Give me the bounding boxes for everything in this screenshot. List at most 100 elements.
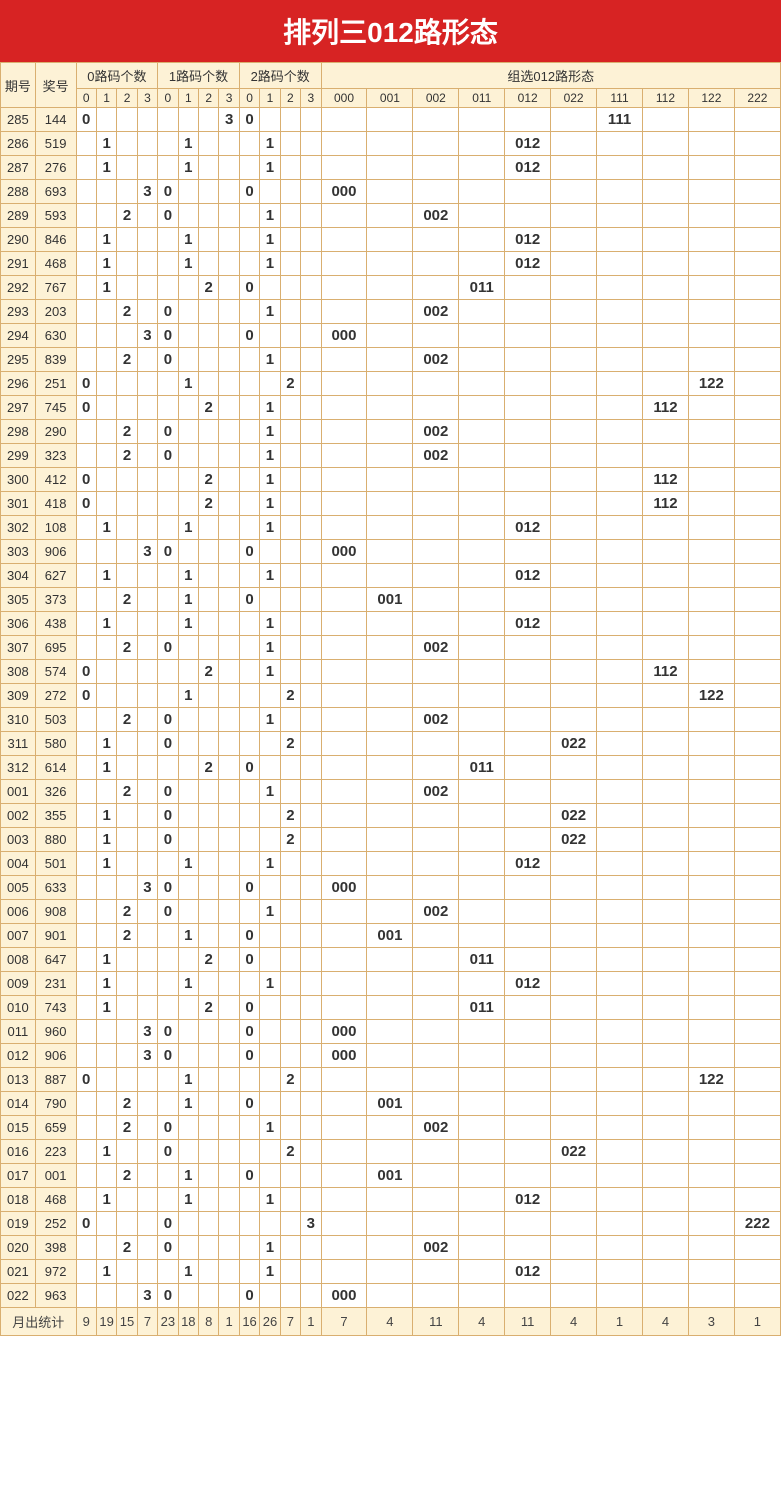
cell-pattern — [505, 1068, 551, 1092]
cell-count — [199, 1068, 219, 1092]
cell-prize: 580 — [35, 732, 76, 756]
cell-count: 2 — [117, 1236, 137, 1260]
cell-count — [260, 324, 280, 348]
cell-pattern — [413, 828, 459, 852]
cell-pattern — [597, 636, 643, 660]
cell-pattern — [642, 780, 688, 804]
header-period: 期号 — [1, 63, 36, 108]
cell-count — [301, 660, 321, 684]
cell-period: 016 — [1, 1140, 36, 1164]
cell-pattern — [505, 780, 551, 804]
cell-count — [280, 780, 300, 804]
cell-pattern — [413, 252, 459, 276]
cell-pattern: 011 — [459, 948, 505, 972]
cell-count — [96, 372, 116, 396]
cell-count — [280, 108, 300, 132]
cell-pattern — [367, 204, 413, 228]
cell-pattern — [734, 396, 780, 420]
cell-pattern — [551, 660, 597, 684]
cell-count — [158, 276, 178, 300]
cell-count: 1 — [96, 732, 116, 756]
cell-period: 007 — [1, 924, 36, 948]
cell-count — [178, 996, 198, 1020]
cell-count: 0 — [158, 1116, 178, 1140]
table-row: 303906300000 — [1, 540, 781, 564]
cell-pattern — [505, 300, 551, 324]
cell-count — [199, 1236, 219, 1260]
cell-pattern — [688, 708, 734, 732]
cell-pattern — [734, 492, 780, 516]
cell-pattern — [321, 348, 367, 372]
cell-pattern — [367, 972, 413, 996]
cell-pattern — [413, 612, 459, 636]
cell-count — [158, 924, 178, 948]
cell-pattern: 000 — [321, 876, 367, 900]
cell-count — [96, 540, 116, 564]
header-pattern-col: 000 — [321, 89, 367, 108]
cell-count — [239, 468, 259, 492]
cell-count: 1 — [260, 900, 280, 924]
cell-count — [137, 1260, 157, 1284]
cell-prize: 574 — [35, 660, 76, 684]
cell-pattern — [321, 732, 367, 756]
table-row: 011960300000 — [1, 1020, 781, 1044]
cell-count: 1 — [178, 372, 198, 396]
cell-pattern — [551, 852, 597, 876]
footer-pattern: 4 — [367, 1308, 413, 1336]
cell-pattern — [734, 324, 780, 348]
cell-pattern — [459, 396, 505, 420]
cell-count: 0 — [158, 828, 178, 852]
cell-count: 2 — [117, 204, 137, 228]
cell-count — [260, 756, 280, 780]
cell-count — [219, 348, 239, 372]
cell-pattern — [367, 828, 413, 852]
header-group0: 0路码个数 — [76, 63, 158, 89]
cell-pattern — [688, 996, 734, 1020]
cell-pattern — [367, 108, 413, 132]
cell-pattern — [413, 1044, 459, 1068]
cell-count: 1 — [178, 564, 198, 588]
cell-count — [301, 1068, 321, 1092]
cell-count — [219, 1164, 239, 1188]
cell-prize: 290 — [35, 420, 76, 444]
cell-pattern — [321, 1092, 367, 1116]
cell-count — [301, 444, 321, 468]
table-row: 301418021112 — [1, 492, 781, 516]
cell-pattern: 012 — [505, 612, 551, 636]
cell-period: 305 — [1, 588, 36, 612]
cell-count — [117, 180, 137, 204]
cell-pattern — [367, 756, 413, 780]
table-row: 305373210001 — [1, 588, 781, 612]
cell-count: 1 — [96, 132, 116, 156]
cell-count — [301, 708, 321, 732]
cell-pattern — [321, 564, 367, 588]
table-row: 286519111012 — [1, 132, 781, 156]
cell-pattern — [321, 1212, 367, 1236]
cell-count — [280, 252, 300, 276]
cell-period: 285 — [1, 108, 36, 132]
table-row: 288693300000 — [1, 180, 781, 204]
cell-pattern — [459, 252, 505, 276]
cell-pattern — [597, 804, 643, 828]
cell-pattern — [597, 444, 643, 468]
cell-pattern — [321, 972, 367, 996]
cell-period: 015 — [1, 1116, 36, 1140]
cell-count: 0 — [239, 1044, 259, 1068]
cell-period: 300 — [1, 468, 36, 492]
cell-count — [260, 588, 280, 612]
cell-pattern — [321, 588, 367, 612]
cell-count: 1 — [178, 852, 198, 876]
footer-pattern: 4 — [459, 1308, 505, 1336]
cell-count — [137, 612, 157, 636]
cell-count — [219, 996, 239, 1020]
cell-pattern — [688, 660, 734, 684]
cell-pattern — [597, 1092, 643, 1116]
cell-pattern — [734, 1068, 780, 1092]
cell-pattern — [367, 732, 413, 756]
cell-pattern — [413, 540, 459, 564]
header-count: 1 — [260, 89, 280, 108]
cell-pattern — [597, 708, 643, 732]
cell-count — [219, 1116, 239, 1140]
cell-pattern — [597, 660, 643, 684]
header-pattern-col: 222 — [734, 89, 780, 108]
